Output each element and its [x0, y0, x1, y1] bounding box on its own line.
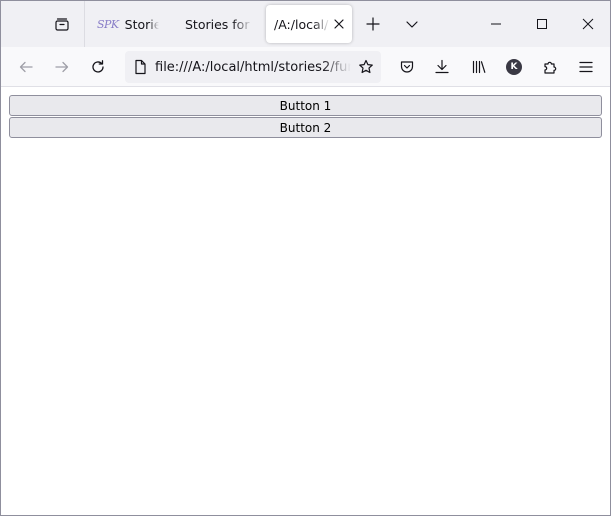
forward-button[interactable] — [46, 51, 78, 83]
tab-label: Stories for Ke — [185, 16, 253, 32]
maximize-button[interactable] — [519, 1, 565, 47]
close-icon — [334, 19, 344, 29]
tab-label: /A:/local/ — [274, 16, 329, 32]
bookmark-button[interactable] — [351, 51, 381, 83]
tab-strip: SPK Stories fo Stories for Ke /A:/local/ — [1, 1, 610, 47]
tab-stories-1[interactable]: SPK Stories fo — [89, 5, 167, 43]
pocket-button[interactable] — [391, 51, 423, 83]
minimize-icon — [491, 23, 501, 25]
button-2[interactable]: Button 2 — [9, 117, 602, 138]
tab-close-button[interactable] — [332, 17, 346, 31]
chevron-down-icon — [406, 21, 418, 28]
tab-strip-separator — [84, 1, 85, 47]
browser-window: SPK Stories fo Stories for Ke /A:/local/ — [0, 0, 611, 516]
library-icon — [472, 60, 486, 74]
avatar: K — [506, 59, 522, 75]
tab-active-local[interactable]: /A:/local/ — [266, 5, 352, 43]
tab-label: Stories fo — [124, 16, 159, 32]
star-icon — [359, 59, 373, 74]
firefox-view-button[interactable] — [45, 8, 79, 40]
tab-stories-2[interactable]: Stories for Ke — [177, 5, 261, 43]
list-all-tabs-button[interactable] — [397, 8, 427, 40]
download-icon — [435, 59, 449, 74]
downloads-button[interactable] — [426, 51, 458, 83]
library-button[interactable] — [463, 51, 495, 83]
button-1[interactable]: Button 1 — [9, 95, 602, 116]
window-close-button[interactable] — [565, 1, 610, 47]
new-tab-button[interactable] — [358, 8, 388, 40]
reload-button[interactable] — [82, 51, 114, 83]
page-icon — [135, 59, 146, 75]
arrow-right-icon — [55, 61, 69, 73]
back-button[interactable] — [10, 51, 42, 83]
url-input[interactable]: file:///A:/local/html/stories2/furg — [155, 60, 351, 75]
pocket-icon — [400, 61, 414, 73]
tab-overview-icon — [55, 18, 69, 31]
maximize-icon — [537, 19, 547, 29]
arrow-left-icon — [19, 61, 33, 73]
url-bar[interactable]: file:///A:/local/html/stories2/furg — [125, 51, 381, 83]
navigation-toolbar: file:///A:/local/html/stories2/furg K — [1, 47, 610, 87]
account-button[interactable]: K — [498, 51, 530, 83]
page-info-button[interactable] — [125, 51, 155, 83]
puzzle-icon — [544, 61, 557, 74]
close-icon — [582, 18, 594, 30]
app-menu-button[interactable] — [570, 51, 602, 83]
extensions-button[interactable] — [534, 51, 566, 83]
page-content: Button 1 Button 2 — [1, 88, 610, 515]
spk-favicon-icon: SPK — [97, 17, 119, 31]
reload-icon — [92, 60, 104, 73]
minimize-button[interactable] — [473, 1, 519, 47]
hamburger-icon — [579, 61, 593, 73]
plus-icon — [366, 17, 380, 31]
